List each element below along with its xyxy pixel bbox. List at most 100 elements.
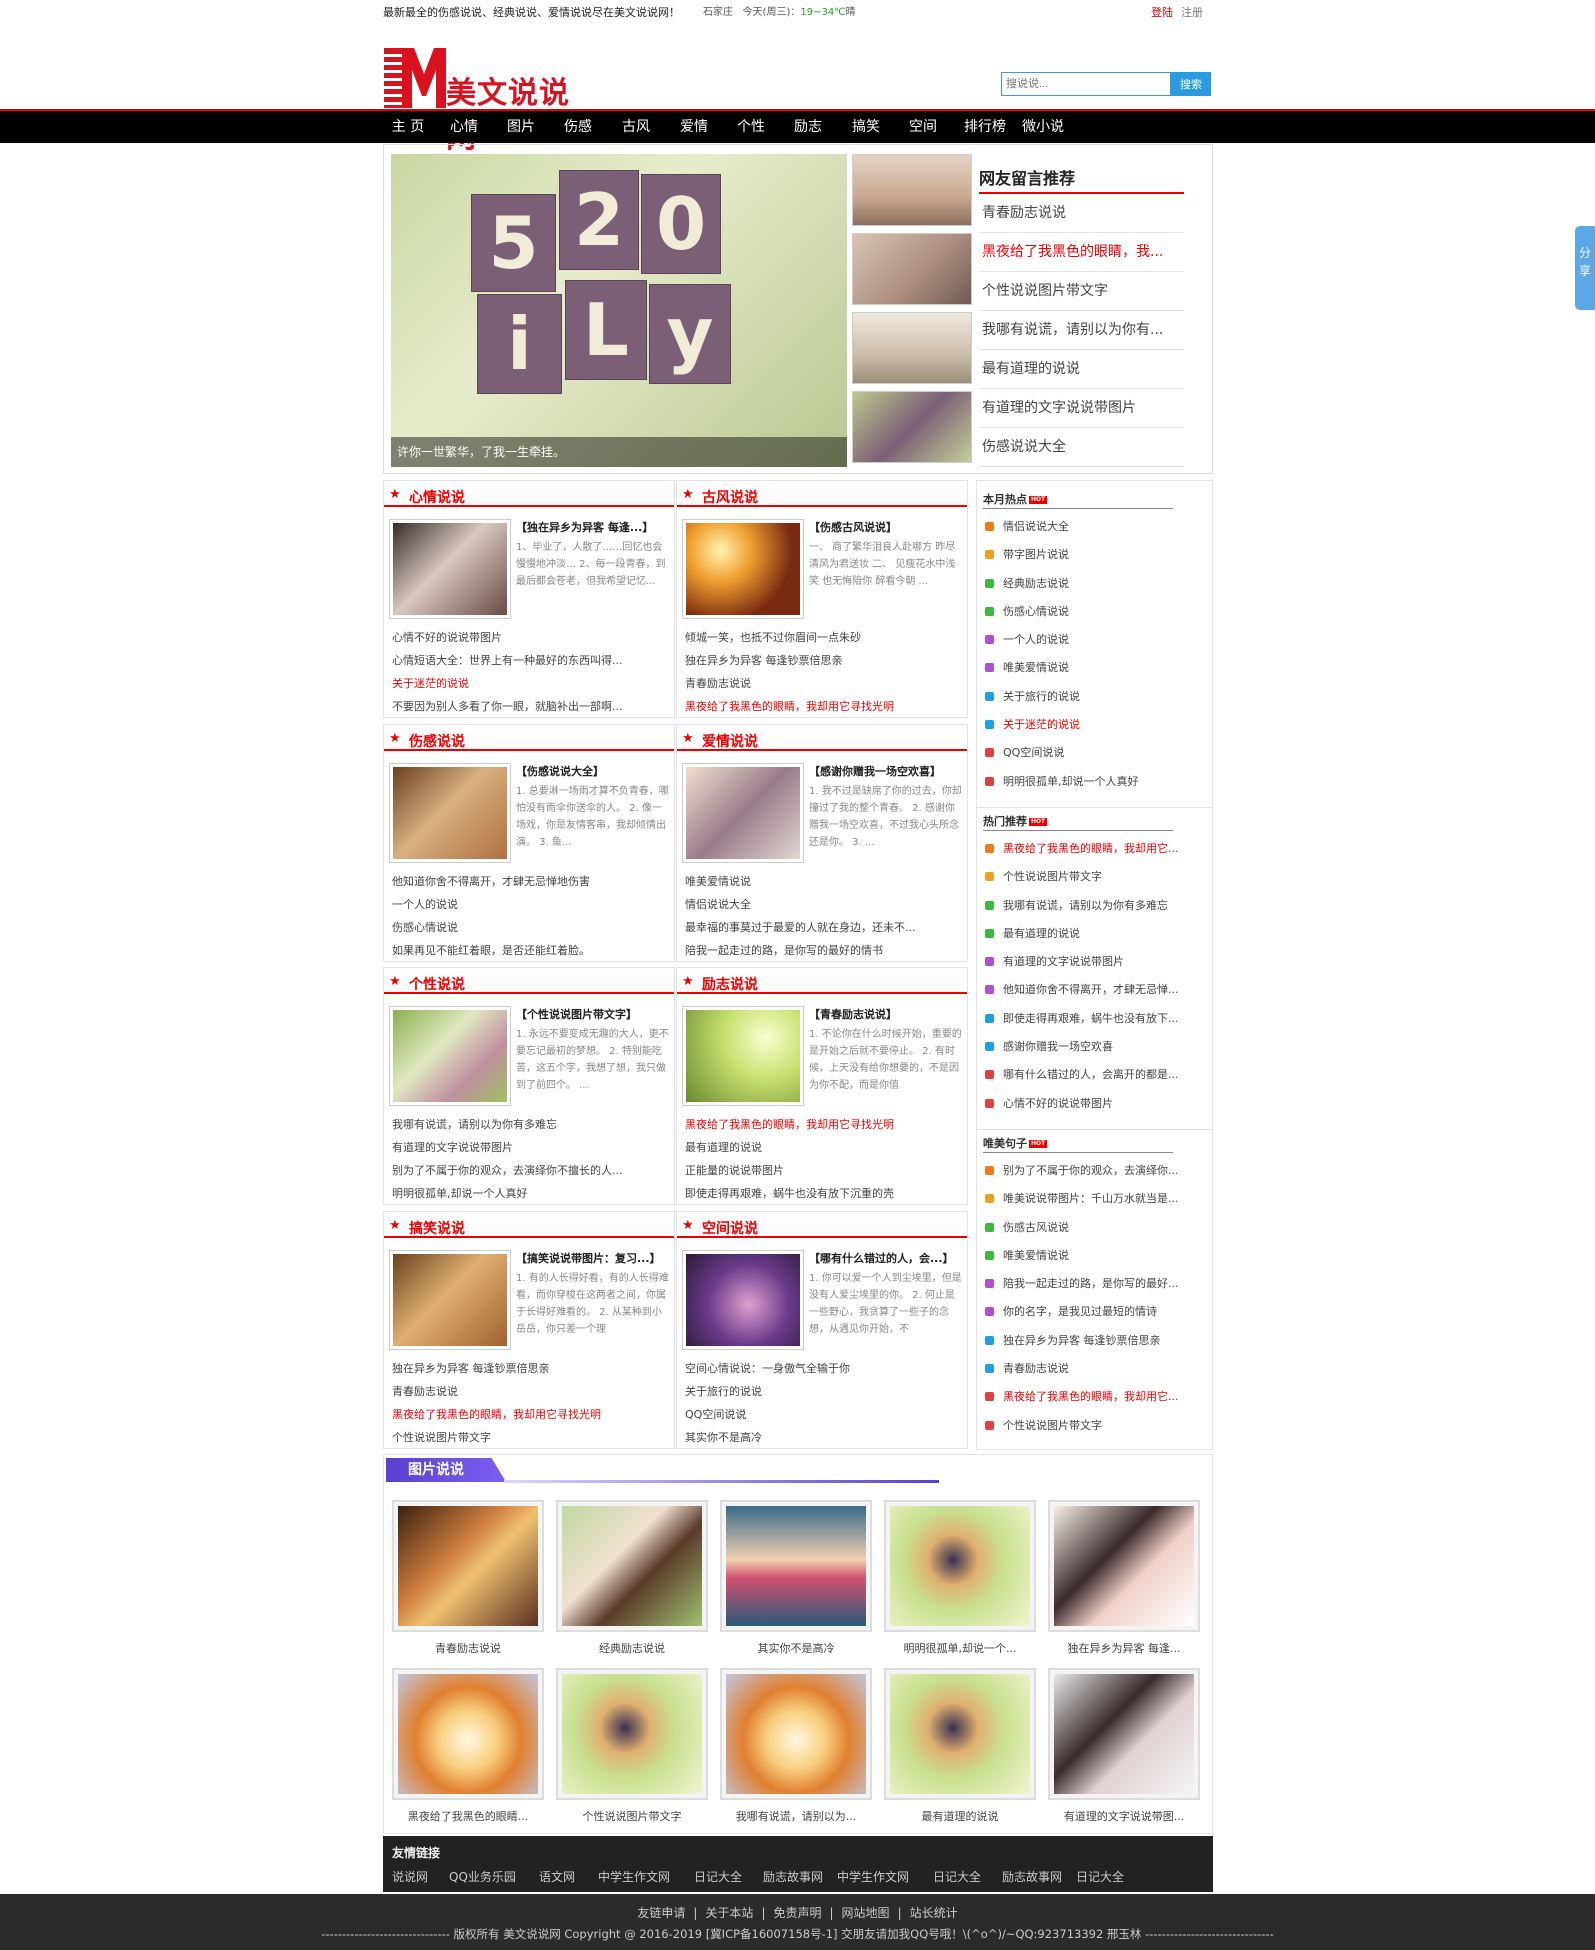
footer-link[interactable]: 关于本站 <box>705 1906 753 1920</box>
sidebar-item[interactable]: 个性说说图片带文字 <box>983 863 1203 891</box>
category-headline[interactable]: 【搞笑说说带图片：复习...】 <box>516 1250 666 1266</box>
category-list-item[interactable]: 关于旅行的说说 <box>685 1380 960 1403</box>
category-list-item[interactable]: 明明很孤单,却说一个人真好 <box>392 1182 667 1205</box>
sidebar-item[interactable]: 明明很孤单,却说一个人真好 <box>983 768 1203 796</box>
category-title[interactable]: 励志说说 <box>702 974 758 994</box>
sidebar-item[interactable]: 青春励志说说 <box>983 1355 1203 1383</box>
friend-link[interactable]: 日记大全 <box>694 1868 742 1885</box>
friend-link[interactable]: 励志故事网 <box>763 1868 823 1885</box>
sidebar-item[interactable]: 经典励志说说 <box>983 570 1203 598</box>
category-list-item[interactable]: 心情短语大全：世界上有一种最好的东西叫得... <box>392 649 667 672</box>
category-list-item[interactable]: 正能量的说说带图片 <box>685 1159 960 1182</box>
sidebar-item[interactable]: 有道理的文字说说带图片 <box>983 948 1203 976</box>
category-headline[interactable]: 【伤感古风说说】 <box>809 519 959 535</box>
sidebar-item[interactable]: 唯美说说带图片：千山万水就当是... <box>983 1185 1203 1213</box>
sidebar-item[interactable]: 带字图片说说 <box>983 541 1203 569</box>
category-title[interactable]: 心情说说 <box>409 487 465 507</box>
category-list-item[interactable]: 即使走得再艰难，蜗牛也没有放下沉重的壳 <box>685 1182 960 1205</box>
category-headline[interactable]: 【个性说说图片带文字】 <box>516 1006 666 1022</box>
sidebar-item[interactable]: 心情不好的说说带图片 <box>983 1090 1203 1118</box>
category-list-item[interactable]: 有道理的文字说说带图片 <box>392 1136 667 1159</box>
nav-item[interactable]: 主 页 <box>381 111 435 143</box>
category-list-item[interactable]: 他知道你舍不得离开，才肆无忌惮地伤害 <box>392 870 667 893</box>
footer-link[interactable]: 站长统计 <box>910 1906 958 1920</box>
category-list-item[interactable]: QQ空间说说 <box>685 1403 960 1426</box>
sidebar-item[interactable]: 最有道理的说说 <box>983 920 1203 948</box>
category-list-item[interactable]: 独在异乡为异客 每逢钞票倍思亲 <box>685 649 960 672</box>
category-list-item[interactable]: 其实你不是高冷 <box>685 1426 960 1449</box>
category-list-item[interactable]: 最有道理的说说 <box>685 1136 960 1159</box>
friend-link[interactable]: 中学生作文网 <box>837 1868 909 1885</box>
category-list-item[interactable]: 一个人的说说 <box>392 893 667 916</box>
nav-item[interactable]: 微小说 <box>1012 111 1074 143</box>
friend-link[interactable]: QQ业务乐园 <box>449 1868 516 1885</box>
recommend-item[interactable]: 伤感说说大全 <box>979 428 1184 467</box>
category-thumbnail[interactable] <box>682 1250 804 1350</box>
nav-item[interactable]: 搞笑 <box>839 111 893 143</box>
category-thumbnail[interactable] <box>389 1250 511 1350</box>
nav-item[interactable]: 图片 <box>494 111 548 143</box>
friend-link[interactable]: 日记大全 <box>933 1868 981 1885</box>
recommend-item[interactable]: 个性说说图片带文字 <box>979 272 1184 311</box>
sidebar-item[interactable]: 情侣说说大全 <box>983 513 1203 541</box>
category-list-item[interactable]: 情侣说说大全 <box>685 893 960 916</box>
category-title[interactable]: 爱情说说 <box>702 731 758 751</box>
nav-item[interactable]: 爱情 <box>667 111 721 143</box>
category-list-item[interactable]: 最幸福的事莫过于最爱的人就在身边，还未不... <box>685 916 960 939</box>
register-link[interactable]: 注册 <box>1181 6 1203 19</box>
category-headline[interactable]: 【伤感说说大全】 <box>516 763 666 779</box>
recommend-item[interactable]: 有道理的文字说说带图片 <box>979 389 1184 428</box>
category-list-item[interactable]: 我哪有说谎，请别以为你有多难忘 <box>392 1113 667 1136</box>
friend-link[interactable]: 日记大全 <box>1076 1868 1124 1885</box>
category-list-item[interactable]: 黑夜给了我黑色的眼睛，我却用它寻找光明 <box>685 1113 960 1136</box>
site-logo[interactable]: 美文说说网 <box>384 46 584 155</box>
slide-thumb[interactable] <box>852 391 972 463</box>
category-list-item[interactable]: 关于迷茫的说说 <box>392 672 667 695</box>
category-list-item[interactable]: 黑夜给了我黑色的眼睛，我却用它寻找光明 <box>685 695 960 718</box>
sidebar-item[interactable]: 关于迷茫的说说 <box>983 711 1203 739</box>
slide-thumb[interactable] <box>852 312 972 384</box>
category-list-item[interactable]: 空间心情说说：一身傲气全输于你 <box>685 1357 960 1380</box>
recommend-item[interactable]: 青春励志说说 <box>979 194 1184 233</box>
sidebar-item[interactable]: 一个人的说说 <box>983 626 1203 654</box>
slide-thumb[interactable] <box>852 154 972 226</box>
sidebar-item[interactable]: 我哪有说谎，请别以为你有多难忘 <box>983 892 1203 920</box>
category-thumbnail[interactable] <box>389 519 511 619</box>
nav-item[interactable]: 个性 <box>724 111 778 143</box>
footer-link[interactable]: 免责声明 <box>773 1906 821 1920</box>
category-thumbnail[interactable] <box>389 1006 511 1106</box>
category-thumbnail[interactable] <box>682 1006 804 1106</box>
sidebar-item[interactable]: 他知道你舍不得离开，才肆无忌惮... <box>983 976 1203 1004</box>
category-title[interactable]: 空间说说 <box>702 1218 758 1238</box>
search-input[interactable] <box>1001 72 1171 96</box>
category-list-item[interactable]: 青春励志说说 <box>392 1380 667 1403</box>
sidebar-item[interactable]: 你的名字，是我见过最短的情诗 <box>983 1298 1203 1326</box>
search-button[interactable]: 搜索 <box>1171 72 1211 96</box>
footer-link[interactable]: 网站地图 <box>842 1906 890 1920</box>
sidebar-item[interactable]: 关于旅行的说说 <box>983 683 1203 711</box>
category-headline[interactable]: 【青春励志说说】 <box>809 1006 959 1022</box>
nav-item[interactable]: 排行榜 <box>954 111 1016 143</box>
recommend-item[interactable]: 最有道理的说说 <box>979 350 1184 389</box>
category-list-item[interactable]: 黑夜给了我黑色的眼睛，我却用它寻找光明 <box>392 1403 667 1426</box>
recommend-item[interactable]: 我哪有说谎，请别以为你有... <box>979 311 1184 350</box>
category-list-item[interactable]: 倾城一笑，也抵不过你眉间一点朱砂 <box>685 626 960 649</box>
category-list-item[interactable]: 独在异乡为异客 每逢钞票倍思亲 <box>392 1357 667 1380</box>
share-button[interactable]: 分享 <box>1575 226 1595 310</box>
friend-link[interactable]: 中学生作文网 <box>598 1868 670 1885</box>
category-title[interactable]: 伤感说说 <box>409 731 465 751</box>
friend-link[interactable]: 说说网 <box>392 1868 428 1885</box>
sidebar-item[interactable]: 黑夜给了我黑色的眼睛，我却用它... <box>983 1383 1203 1411</box>
category-thumbnail[interactable] <box>682 519 804 619</box>
sidebar-item[interactable]: 即使走得再艰难，蜗牛也没有放下... <box>983 1005 1203 1033</box>
sidebar-item[interactable]: 陪我一起走过的路，是你写的最好... <box>983 1270 1203 1298</box>
sidebar-item[interactable]: 伤感古风说说 <box>983 1214 1203 1242</box>
friend-link[interactable]: 语文网 <box>539 1868 575 1885</box>
category-thumbnail[interactable] <box>389 763 511 863</box>
sidebar-item[interactable]: 哪有什么错过的人，会离开的都是... <box>983 1061 1203 1089</box>
recommend-item[interactable]: 黑夜给了我黑色的眼睛，我... <box>979 233 1184 272</box>
category-headline[interactable]: 【独在异乡为异客 每逢...】 <box>516 519 666 535</box>
category-list-item[interactable]: 唯美爱情说说 <box>685 870 960 893</box>
sidebar-item[interactable]: 唯美爱情说说 <box>983 1242 1203 1270</box>
category-list-item[interactable]: 陪我一起走过的路，是你写的最好的情书 <box>685 939 960 962</box>
